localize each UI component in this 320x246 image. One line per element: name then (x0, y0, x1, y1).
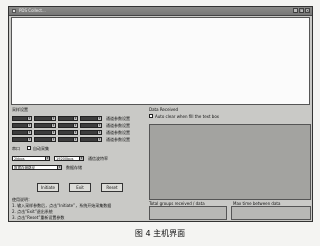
chevron-down-icon: ▾ (51, 137, 55, 141)
chevron-down-icon: ▾ (73, 116, 77, 120)
chevron-down-icon: ▾ (97, 137, 101, 141)
chevron-down-icon: ▾ (51, 130, 55, 134)
param-combo[interactable]: ▾ (12, 130, 32, 135)
chevron-down-icon: ▾ (79, 156, 83, 160)
window-title: PDS Collect... (19, 8, 46, 13)
sampling-section-label: 采样设置 (12, 107, 28, 112)
row-label: 通道参数设置 (106, 137, 130, 142)
initiate-button[interactable]: Initiate (37, 183, 59, 192)
chevron-down-icon: ▾ (45, 156, 49, 160)
auto-clear-checkbox[interactable] (149, 114, 153, 118)
chevron-down-icon: ▾ (27, 130, 31, 134)
auto-clear-label: Auto clear when fill the text box (155, 114, 220, 119)
storage-path-combo[interactable]: 数据存储路径 ▾ (12, 165, 62, 170)
minimize-button[interactable]: _ (293, 8, 298, 13)
main-window: PDS Collect... _ □ × 采样设置 ▾ ▾ ▾ ▾ 通道参数设置… (8, 6, 313, 222)
param-combo[interactable]: ▾ (34, 137, 56, 142)
data-received-label: Data Received (149, 107, 179, 112)
maximize-button[interactable]: □ (299, 8, 304, 13)
auto-collect-label: 自动采集 (33, 146, 49, 151)
baud-rate-combo[interactable]: 19200bps ▾ (54, 156, 84, 161)
received-data-textbox[interactable] (149, 124, 311, 200)
figure-caption: 图 4 主机界面 (134, 229, 186, 238)
port-label: 串口 (12, 146, 20, 151)
close-button[interactable]: × (305, 8, 310, 13)
param-combo[interactable]: ▾ (58, 116, 78, 121)
param-combo[interactable]: ▾ (80, 123, 102, 128)
speed-combo[interactable]: 2kbps ▾ (12, 156, 50, 161)
baud-rate-label: 通信波特率 (88, 156, 108, 161)
param-combo[interactable]: ▾ (80, 116, 102, 121)
max-time-field (231, 206, 311, 220)
chevron-down-icon: ▾ (97, 130, 101, 134)
storage-path-label: 数据存储 (66, 165, 82, 170)
chevron-down-icon: ▾ (51, 123, 55, 127)
chevron-down-icon: ▾ (27, 137, 31, 141)
param-combo[interactable]: ▾ (80, 137, 102, 142)
note-line: 3. 点击“Reset”重新设置参数 (12, 215, 65, 220)
param-combo[interactable]: ▾ (12, 116, 32, 121)
param-combo[interactable]: ▾ (58, 137, 78, 142)
exit-button[interactable]: Exit (69, 183, 91, 192)
chevron-down-icon: ▾ (27, 123, 31, 127)
chevron-down-icon: ▾ (73, 137, 77, 141)
chevron-down-icon: ▾ (27, 116, 31, 120)
auto-collect-checkbox[interactable] (27, 146, 31, 150)
reset-button[interactable]: Reset (101, 183, 123, 192)
param-combo[interactable]: ▾ (34, 130, 56, 135)
chevron-down-icon: ▾ (97, 116, 101, 120)
app-icon (12, 9, 16, 13)
row-label: 通道参数设置 (106, 130, 130, 135)
param-combo[interactable]: ▾ (12, 137, 32, 142)
row-label: 通道参数设置 (106, 116, 130, 121)
log-textarea[interactable] (11, 17, 310, 105)
param-combo[interactable]: ▾ (58, 130, 78, 135)
param-combo[interactable]: ▾ (80, 130, 102, 135)
param-combo[interactable]: ▾ (34, 116, 56, 121)
chevron-down-icon: ▾ (97, 123, 101, 127)
chevron-down-icon: ▾ (51, 116, 55, 120)
chevron-down-icon: ▾ (73, 123, 77, 127)
title-bar[interactable]: PDS Collect... _ □ × (9, 7, 312, 16)
chevron-down-icon: ▾ (57, 165, 61, 169)
param-combo[interactable]: ▾ (12, 123, 32, 128)
row-label: 通道参数设置 (106, 123, 130, 128)
param-combo[interactable]: ▾ (58, 123, 78, 128)
total-received-field (149, 206, 227, 220)
param-combo[interactable]: ▾ (34, 123, 56, 128)
chevron-down-icon: ▾ (73, 130, 77, 134)
